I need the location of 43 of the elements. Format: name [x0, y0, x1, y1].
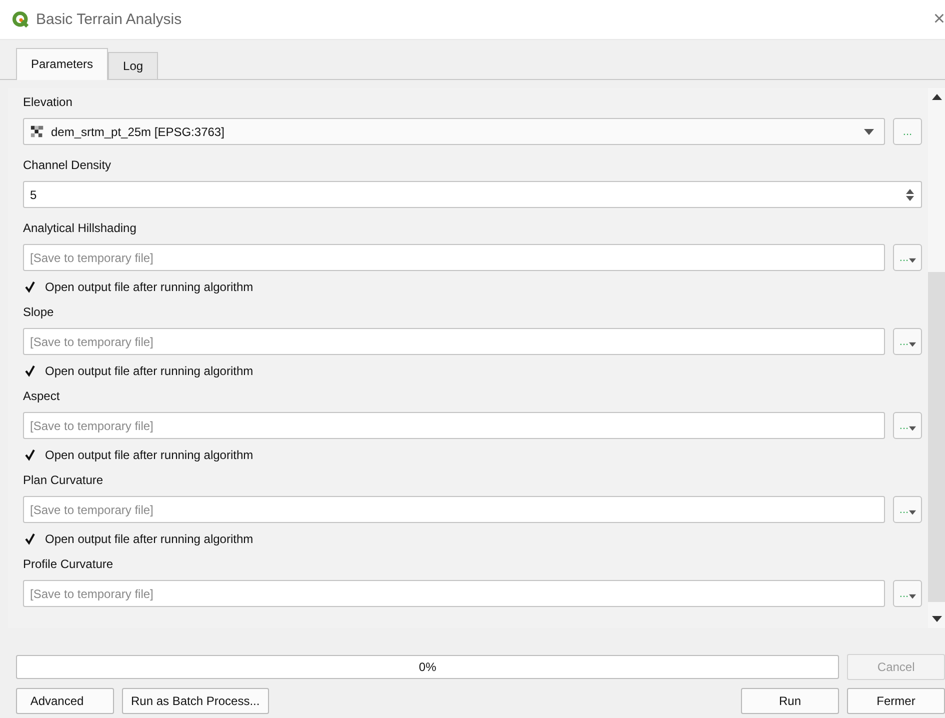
parameter-label: Elevation: [23, 94, 74, 110]
caret-icon: [864, 128, 874, 134]
parameter-label: Profile Curvature: [23, 556, 114, 572]
number-field[interactable]: 5: [23, 181, 922, 208]
app-logo-icon: [12, 10, 30, 28]
tab[interactable]: Log: [108, 52, 158, 79]
scrollbar[interactable]: [928, 88, 945, 628]
checkbox-label: Open output file after running algorithm: [45, 280, 254, 294]
progress-bar: 0%: [16, 655, 840, 679]
parameter-label: Channel Density: [23, 157, 112, 173]
layer-dropdown[interactable]: dem_srtm_pt_25m [EPSG:3763]: [23, 118, 885, 145]
checkbox-label: Open output file after running algorithm: [45, 532, 254, 546]
scroll-up-icon[interactable]: [932, 94, 942, 100]
output-file-field[interactable]: [Save to temporary file]: [23, 496, 885, 523]
action-button[interactable]: Fermer: [847, 688, 945, 714]
action-button[interactable]: Run as Batch Process...: [122, 688, 269, 714]
raster-icon: [30, 124, 45, 139]
checkbox[interactable]: [23, 448, 37, 462]
action-button[interactable]: Advanced: [16, 688, 114, 714]
output-file-field[interactable]: [Save to temporary file]: [23, 244, 885, 271]
caret-icon: [908, 342, 916, 346]
action-button[interactable]: Run: [741, 688, 839, 714]
output-file-field[interactable]: [Save to temporary file]: [23, 328, 885, 355]
parameter-label: Slope: [23, 304, 55, 320]
parameter-label: Plan Curvature: [23, 472, 104, 488]
output-file-field[interactable]: [Save to temporary file]: [23, 580, 885, 607]
checkbox[interactable]: [23, 280, 37, 294]
spin-arrows-icon: [905, 186, 915, 202]
close-button[interactable]: ×: [929, 8, 945, 31]
checkbox-label: Open output file after running algorithm: [45, 364, 254, 378]
tab[interactable]: Parameters: [16, 48, 108, 80]
checkbox[interactable]: [23, 532, 37, 546]
caret-icon: [908, 258, 916, 262]
scroll-down-icon[interactable]: [932, 616, 942, 622]
checkbox-label: Open output file after running algorithm: [45, 448, 254, 462]
window-title: Basic Terrain Analysis: [36, 11, 183, 28]
parameter-label: Analytical Hillshading: [23, 220, 138, 236]
caret-icon: [908, 594, 916, 598]
caret-icon: [908, 426, 916, 430]
caret-icon: [908, 510, 916, 514]
output-file-field[interactable]: [Save to temporary file]: [23, 412, 885, 439]
checkbox[interactable]: [23, 364, 37, 378]
parameter-label: Aspect: [23, 388, 61, 404]
